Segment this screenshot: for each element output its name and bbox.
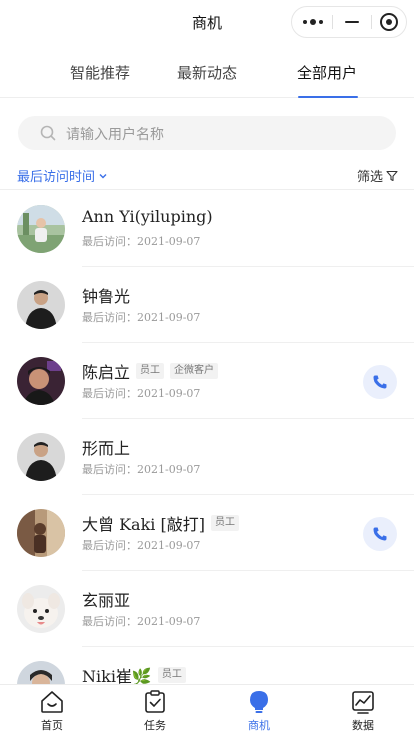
minus-icon xyxy=(345,21,359,23)
tab-all-users[interactable]: 全部用户 xyxy=(277,62,377,83)
search-input[interactable]: 请输入用户名称 xyxy=(18,116,396,150)
minimize-button[interactable] xyxy=(333,7,371,37)
last-visit: 最后访问：2021-09-07 xyxy=(82,387,201,400)
nav-opportunity-label: 商机 xyxy=(248,719,270,732)
user-name: 形而上 xyxy=(82,439,131,458)
user-avatar xyxy=(17,433,65,481)
nav-home-label: 首页 xyxy=(41,719,63,732)
user-name: 大曾 Kaki [敲打] xyxy=(82,515,205,534)
phone-icon xyxy=(373,375,387,389)
user-name: 玄丽亚 xyxy=(82,591,131,610)
tab-bar: 智能推荐 最新动态 全部用户 xyxy=(0,50,414,98)
nav-home[interactable]: 首页 xyxy=(22,689,82,733)
employee-tag: 员工 xyxy=(210,515,239,531)
sort-label: 最后访问时间 xyxy=(17,170,96,185)
target-close-icon xyxy=(380,13,398,31)
sort-filter-bar: 最后访问时间 筛选 xyxy=(0,160,414,190)
sort-dropdown[interactable]: 最后访问时间 xyxy=(17,166,108,185)
employee-tag: 员工 xyxy=(136,363,165,379)
active-tab-indicator xyxy=(298,96,358,98)
last-visit: 最后访问：2021-09-07 xyxy=(82,311,201,324)
user-avatar xyxy=(17,205,65,253)
last-visit: 最后访问：2021-09-07 xyxy=(82,539,201,552)
home-icon xyxy=(41,691,63,713)
employee-tag: 员工 xyxy=(157,667,186,683)
wecom-customer-tag: 企微客户 xyxy=(170,363,219,379)
nav-tasks[interactable]: 任务 xyxy=(125,689,185,733)
more-menu-button[interactable] xyxy=(294,7,332,37)
nav-data-label: 数据 xyxy=(352,719,374,732)
search-placeholder: 请输入用户名称 xyxy=(66,127,164,143)
last-visit: 最后访问：2021-09-07 xyxy=(82,235,201,248)
user-list-item[interactable]: 钟鲁光 最后访问：2021-09-07 xyxy=(0,267,414,343)
close-mini-program-button[interactable] xyxy=(370,7,408,37)
call-button[interactable] xyxy=(363,517,397,551)
bottom-navigation: 首页 任务 商机 数据 xyxy=(0,684,414,736)
user-list-item[interactable]: 玄丽亚 最后访问：2021-09-07 xyxy=(0,571,414,647)
user-list: Ann Yi(yiluping) 最后访问：2021-09-07 钟鲁光 最后访… xyxy=(0,191,414,723)
call-button[interactable] xyxy=(363,365,397,399)
nav-data[interactable]: 数据 xyxy=(333,689,393,733)
user-avatar xyxy=(17,509,65,557)
opportunity-icon xyxy=(250,691,268,713)
mini-program-capsule xyxy=(291,6,407,38)
user-avatar xyxy=(17,281,65,329)
task-icon xyxy=(145,690,165,713)
user-name: 钟鲁光 xyxy=(82,287,131,306)
chevron-down-icon xyxy=(99,173,107,178)
user-list-item[interactable]: Ann Yi(yiluping) 最后访问：2021-09-07 xyxy=(0,191,414,267)
filter-label: 筛选 xyxy=(356,170,383,185)
funnel-icon xyxy=(386,170,398,181)
user-avatar xyxy=(17,585,65,633)
user-name: 陈启立 xyxy=(82,363,131,382)
user-name: Ann Yi(yiluping) xyxy=(82,207,213,226)
tab-smart-recommend[interactable]: 智能推荐 xyxy=(50,62,150,83)
nav-tasks-label: 任务 xyxy=(144,719,166,732)
user-list-item[interactable]: 大曾 Kaki [敲打] 员工 最后访问：2021-09-07 xyxy=(0,495,414,571)
last-visit: 最后访问：2021-09-07 xyxy=(82,463,201,476)
tab-latest-activity[interactable]: 最新动态 xyxy=(157,62,257,83)
phone-icon xyxy=(373,527,387,541)
filter-button[interactable]: 筛选 xyxy=(357,166,398,185)
user-avatar xyxy=(17,357,65,405)
search-icon xyxy=(40,125,56,141)
top-navigation-bar: 商机 xyxy=(0,0,414,44)
user-list-item[interactable]: 陈启立 员工 企微客户 最后访问：2021-09-07 xyxy=(0,343,414,419)
last-visit: 最后访问：2021-09-07 xyxy=(82,615,201,628)
data-chart-icon xyxy=(352,691,374,714)
user-list-item[interactable]: 形而上 最后访问：2021-09-07 xyxy=(0,419,414,495)
more-dots-icon xyxy=(303,19,323,25)
nav-opportunity[interactable]: 商机 xyxy=(229,689,289,733)
